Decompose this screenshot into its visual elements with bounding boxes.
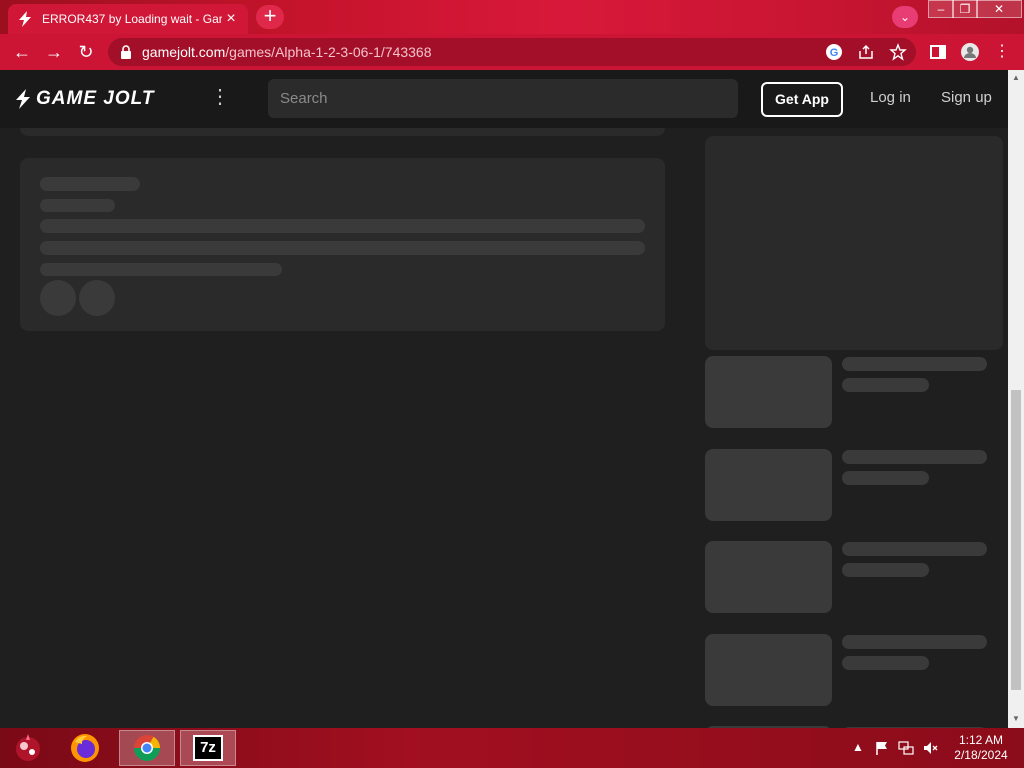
skeleton-avatar: [79, 280, 115, 316]
window-minimize-button[interactable]: –: [928, 0, 954, 18]
skeleton-line: [842, 357, 987, 371]
skeleton-line: [40, 177, 140, 191]
skeleton-thumbnail: [705, 356, 832, 428]
url-host: gamejolt.com: [142, 44, 226, 60]
system-clock[interactable]: 1:12 AM 2/18/2024: [950, 733, 1012, 763]
forward-button[interactable]: →: [42, 40, 66, 64]
window-close-button[interactable]: ✕: [976, 0, 1022, 18]
clock-date: 2/18/2024: [954, 748, 1008, 762]
svg-text:G: G: [830, 47, 839, 59]
chrome-icon: [133, 735, 161, 762]
browser-tabstrip: ERROR437 by Loading wait - Gar × + ⌄ – ❐…: [0, 0, 1024, 34]
scrollbar-thumb[interactable]: [1011, 390, 1021, 690]
skeleton-line: [40, 241, 645, 255]
bookmark-star-icon[interactable]: [889, 43, 907, 61]
scroll-up-arrow-icon[interactable]: ▲: [1011, 73, 1021, 83]
skeleton-thumbnail: [705, 634, 832, 706]
address-bar[interactable]: gamejolt.com/games/Alpha-1-2-3-06-1/7433…: [108, 38, 916, 66]
clock-time: 1:12 AM: [958, 733, 1004, 747]
page-content: [0, 128, 1008, 728]
skeleton-line: [842, 378, 929, 392]
tab-title: ERROR437 by Loading wait - Gar: [42, 12, 222, 26]
url-path: /games/Alpha-1-2-3-06-1/743368: [225, 44, 432, 60]
browser-tab-active[interactable]: ERROR437 by Loading wait - Gar ×: [8, 4, 248, 34]
skeleton-line: [842, 450, 987, 464]
volume-muted-icon[interactable]: [922, 740, 938, 756]
page-scrollbar[interactable]: ▲ ▼: [1008, 70, 1024, 728]
scroll-down-arrow-icon[interactable]: ▼: [1011, 714, 1021, 724]
back-button[interactable]: ←: [10, 40, 34, 64]
skeleton-card-top: [20, 128, 665, 136]
skeleton-thumbnail: [705, 541, 832, 613]
browser-menu-icon[interactable]: ⋮: [992, 42, 1012, 62]
tray-overflow-icon[interactable]: ▲: [852, 740, 864, 754]
skeleton-line: [842, 542, 987, 556]
share-icon[interactable]: [857, 43, 875, 61]
browser-toolbar: ← → ↻ gamejolt.com/games/Alpha-1-2-3-06-…: [0, 34, 1024, 70]
tab-close-icon[interactable]: ×: [222, 10, 240, 28]
tab-search-chevron-icon[interactable]: ⌄: [892, 6, 918, 28]
gamejolt-favicon-icon: [19, 11, 31, 27]
skeleton-sidebar-media: [705, 136, 1003, 350]
gamejolt-header: GAME JOLT ⋮ Get App Log in Sign up: [0, 70, 1024, 128]
windows-taskbar: 7z ▲ 1:12 AM 2/18/2024: [0, 728, 1024, 768]
firefox-icon: [71, 734, 99, 762]
skeleton-card: [20, 158, 665, 331]
profile-avatar-icon[interactable]: [960, 42, 980, 62]
skeleton-line: [842, 563, 929, 577]
skeleton-line: [842, 656, 929, 670]
gamejolt-logo-text: GAME JOLT: [36, 88, 155, 109]
skeleton-line: [842, 635, 987, 649]
signup-link[interactable]: Sign up: [941, 89, 992, 106]
skeleton-line: [40, 199, 115, 212]
login-link[interactable]: Log in: [870, 89, 911, 106]
window-maximize-button[interactable]: ❐: [952, 0, 978, 18]
google-icon[interactable]: G: [825, 43, 843, 61]
lock-icon: [121, 45, 131, 59]
network-icon[interactable]: [898, 740, 914, 756]
taskbar-7zip[interactable]: 7z: [180, 730, 236, 766]
start-orb-icon: [16, 734, 40, 761]
skeleton-avatar: [40, 280, 76, 316]
action-center-flag-icon[interactable]: [874, 740, 890, 756]
url-text: gamejolt.com/games/Alpha-1-2-3-06-1/7433…: [142, 44, 432, 60]
taskbar-firefox[interactable]: [57, 730, 113, 766]
skeleton-line: [40, 263, 282, 276]
taskbar-chrome[interactable]: [119, 730, 175, 766]
gamejolt-logo[interactable]: GAME JOLT: [14, 88, 154, 110]
reload-button[interactable]: ↻: [74, 40, 98, 64]
gamejolt-bolt-icon: [16, 89, 30, 109]
site-search-input[interactable]: [268, 79, 738, 118]
side-panel-icon[interactable]: [928, 42, 948, 62]
skeleton-thumbnail: [705, 449, 832, 521]
7zip-icon: 7z: [193, 735, 223, 761]
skeleton-line: [842, 471, 929, 485]
new-tab-button[interactable]: +: [256, 5, 284, 29]
skeleton-line: [40, 219, 645, 233]
get-app-button[interactable]: Get App: [761, 82, 843, 117]
more-menu-icon[interactable]: ⋮: [210, 86, 230, 110]
start-button[interactable]: [0, 730, 56, 766]
